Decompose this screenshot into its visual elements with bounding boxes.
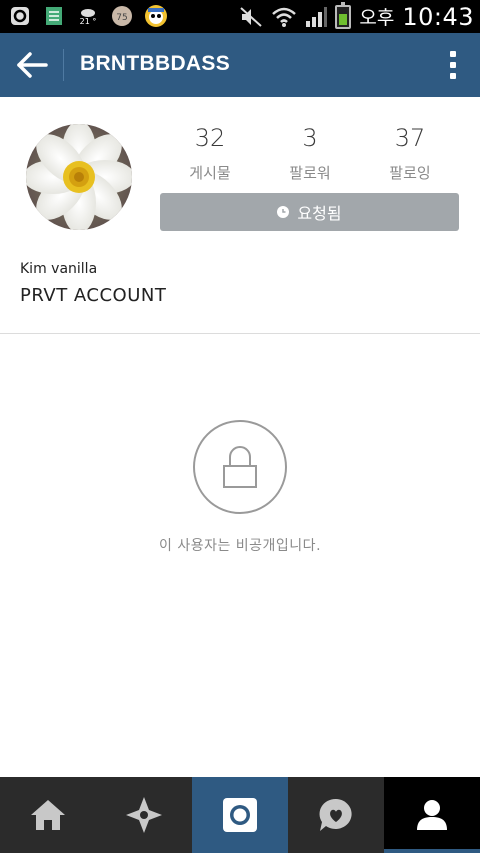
profile-bio: PRVT ACCOUNT: [20, 285, 167, 306]
profile-username: BRNTBBDASS: [80, 52, 230, 75]
memo-icon: [42, 4, 66, 28]
posts-label: 게시물: [189, 164, 231, 182]
bottom-navigation: [0, 777, 480, 853]
app-header: BRNTBBDASS: [0, 33, 480, 97]
time-ampm: 오후: [359, 7, 395, 29]
clock-icon: [277, 206, 290, 218]
following-count: 37: [394, 124, 426, 152]
clock-time: 10:43: [402, 2, 474, 31]
back-button[interactable]: [14, 47, 50, 83]
stat-followers[interactable]: 3 팔로워: [260, 120, 360, 183]
flower-avatar-image: [26, 124, 132, 230]
requested-label: 요청됨: [297, 204, 342, 223]
requested-button[interactable]: 요청됨: [160, 193, 459, 231]
svg-text:75: 75: [116, 13, 127, 23]
following-label: 팔로잉: [389, 164, 431, 182]
activity-icon: [319, 798, 352, 831]
profile-full-name: Kim vanilla: [20, 261, 98, 277]
signal-icon: [306, 6, 328, 27]
weather-temp: 21 °: [79, 16, 97, 26]
kakao-icon: 75: [110, 4, 134, 28]
followers-count: 3: [302, 124, 318, 152]
profile-stats: 32 게시물 3 팔로워 37 팔로잉: [160, 120, 460, 190]
explore-icon: [126, 797, 162, 833]
posts-count: 32: [194, 124, 226, 152]
back-arrow-icon: [17, 52, 48, 78]
more-options-button[interactable]: [446, 47, 460, 83]
followers-label: 팔로워: [289, 164, 331, 182]
section-divider: [0, 333, 480, 334]
wifi-icon: [272, 7, 297, 27]
stat-posts[interactable]: 32 게시물: [160, 120, 260, 183]
status-bar: 21 ° 75 오후 10:43: [0, 0, 480, 33]
notification-icons: 21 ° 75: [8, 3, 168, 29]
weather-icon: 21 °: [76, 4, 100, 28]
camera-icon: [223, 798, 257, 832]
system-status: 오후 10:43: [239, 0, 474, 33]
lock-icon: [223, 446, 257, 488]
nav-explore[interactable]: [96, 777, 192, 853]
profile-icon: [417, 800, 447, 830]
nav-home[interactable]: [0, 777, 96, 853]
nav-profile[interactable]: [384, 777, 480, 853]
more-dot-icon: [450, 62, 456, 68]
pororo-icon: [144, 4, 168, 28]
avatar[interactable]: [26, 124, 132, 230]
more-dot-icon: [450, 51, 456, 57]
home-icon: [31, 800, 65, 830]
nav-activity[interactable]: [288, 777, 384, 853]
stat-following[interactable]: 37 팔로잉: [360, 120, 460, 183]
private-account-message: 이 사용자는 비공개입니다.: [158, 538, 322, 554]
more-dot-icon: [450, 73, 456, 79]
mute-icon: [240, 6, 263, 27]
header-divider: [63, 49, 64, 81]
nav-camera[interactable]: [192, 777, 288, 853]
battery-icon: [335, 1, 352, 29]
private-lock-badge: [193, 420, 287, 514]
ollehtalk-icon: [8, 4, 32, 28]
